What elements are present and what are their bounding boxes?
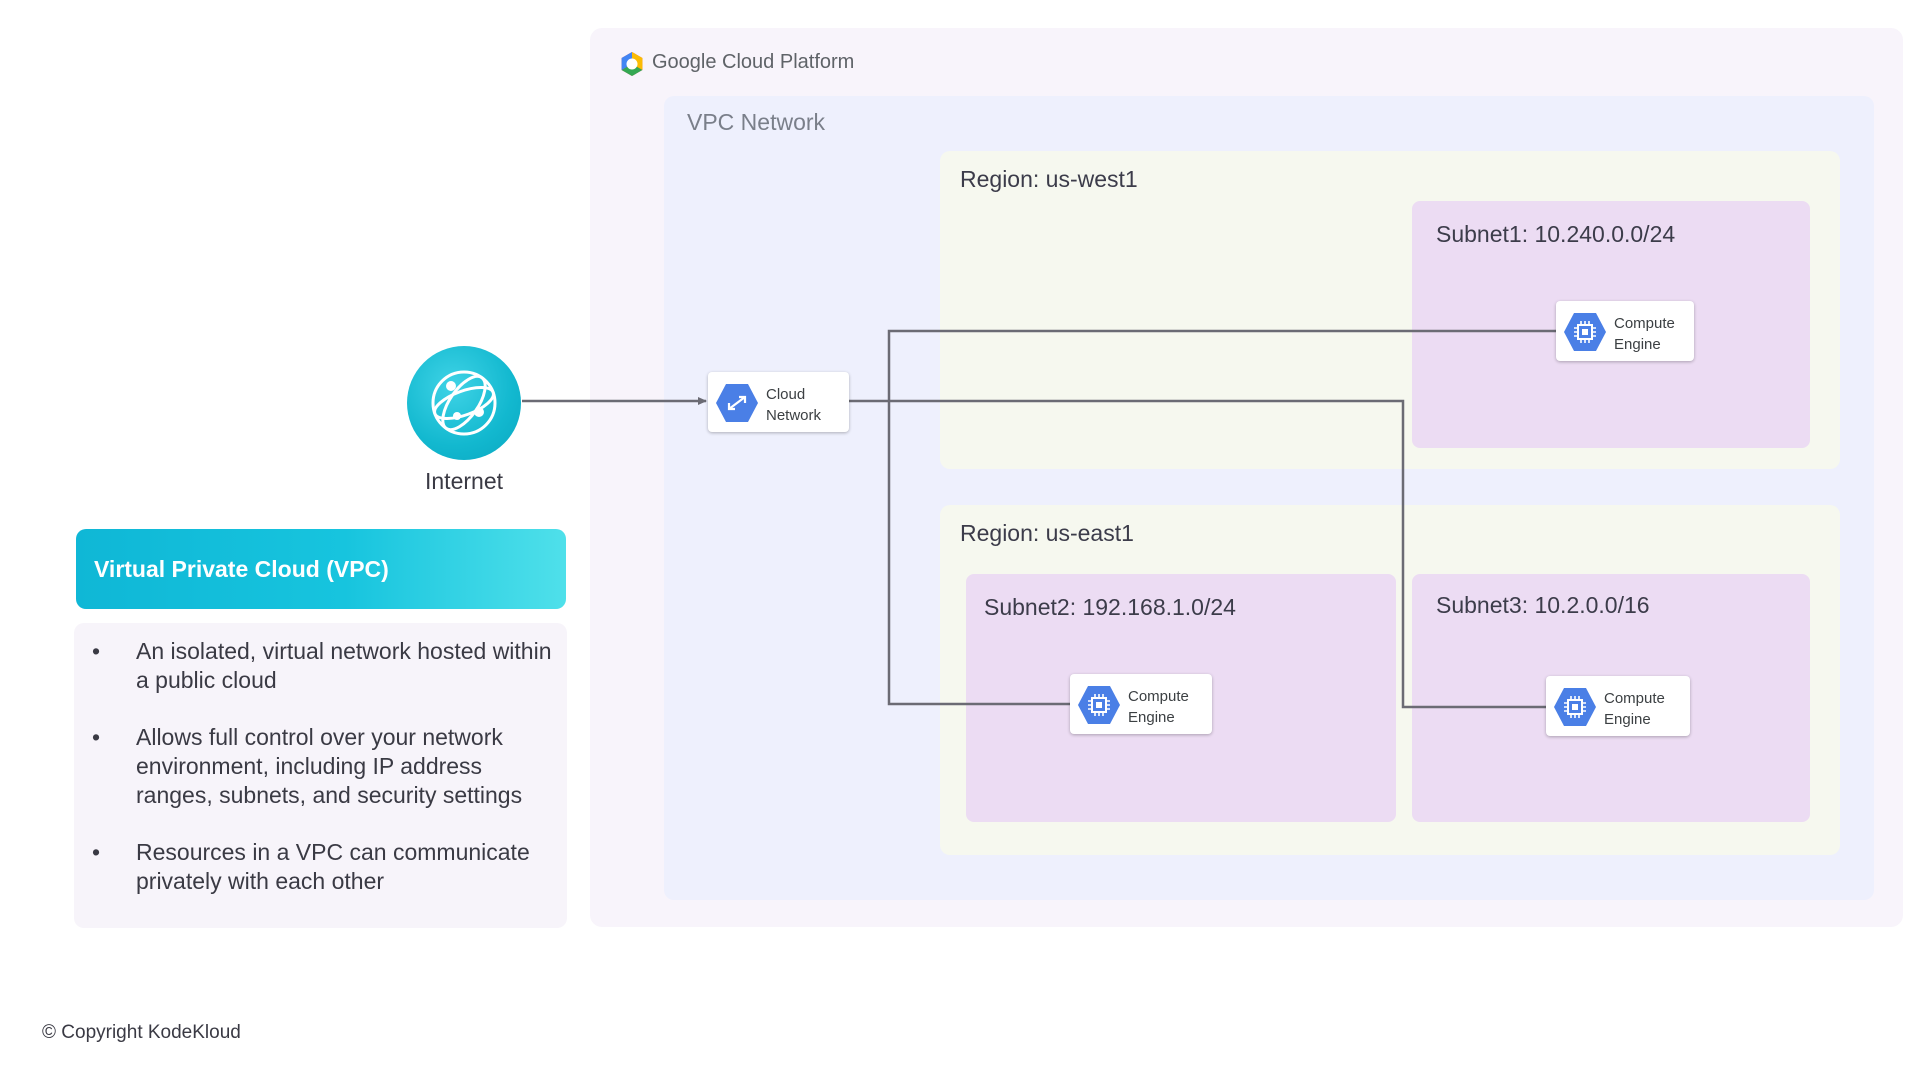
connector-lines — [522, 329, 1556, 709]
compute-engine-icon — [1564, 313, 1606, 351]
link-to-subnet3 — [848, 399, 1546, 709]
compute-engine-label-line1: Compute — [1614, 315, 1675, 332]
cloud-network-label-line1: Cloud — [766, 386, 806, 403]
compute-engine-label-line1: Compute — [1128, 688, 1189, 705]
compute-engine-node-subnet3[interactable]: Compute Engine — [1546, 676, 1690, 736]
cloud-network-icon — [716, 384, 758, 422]
cloud-network-node[interactable]: Cloud Network — [708, 372, 849, 432]
cloud-network-label: Cloud Network — [766, 384, 821, 426]
compute-engine-label-line2: Engine — [1604, 711, 1651, 728]
compute-engine-label-line2: Engine — [1614, 336, 1661, 353]
link-to-subnet2 — [887, 400, 1072, 706]
compute-engine-node-subnet1[interactable]: Compute Engine — [1556, 301, 1694, 361]
compute-engine-label: Compute Engine — [1614, 313, 1675, 355]
compute-engine-label-line2: Engine — [1128, 709, 1175, 726]
compute-engine-icon — [1554, 688, 1596, 726]
compute-engine-node-subnet2[interactable]: Compute Engine — [1070, 674, 1212, 734]
link-to-subnet1 — [887, 329, 1556, 400]
compute-engine-icon — [1078, 686, 1120, 724]
compute-engine-label: Compute Engine — [1128, 686, 1189, 728]
cloud-network-label-line2: Network — [766, 407, 822, 424]
compute-engine-label-line1: Compute — [1604, 690, 1665, 707]
compute-engine-label: Compute Engine — [1604, 688, 1665, 730]
